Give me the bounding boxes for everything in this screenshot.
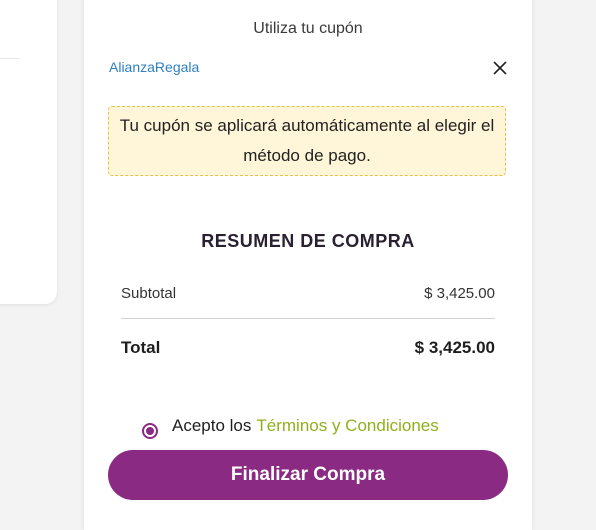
coupon-notice: Tu cupón se aplicará automáticamente al … — [108, 106, 506, 176]
close-icon[interactable] — [490, 58, 510, 78]
subtotal-value: $ 3,425.00 — [424, 285, 495, 302]
terms-prefix: Acepto los — [172, 416, 252, 435]
terms-radio-dot — [146, 427, 154, 435]
applied-coupon-code: AlianzaRegala — [109, 59, 200, 75]
previous-content-card — [0, 0, 57, 304]
terms-link[interactable]: Términos y Condiciones — [256, 416, 438, 436]
terms-radio[interactable] — [142, 423, 158, 439]
total-value: $ 3,425.00 — [414, 338, 495, 357]
coupon-notice-text: Tu cupón se aplicará automáticamente al … — [119, 116, 495, 165]
subtotal-label: Subtotal — [121, 285, 177, 302]
total-row: Total $ 3,425.00 — [121, 338, 495, 358]
finish-purchase-button[interactable]: Finalizar Compra — [108, 450, 508, 500]
terms-acceptance: Acepto los Términos y Condiciones — [142, 413, 439, 439]
coupon-section-title: Utiliza tu cupón — [253, 20, 363, 37]
summary-title: RESUMEN DE COMPRA — [201, 231, 415, 251]
summary-divider — [121, 318, 495, 319]
subtotal-row: Subtotal $ 3,425.00 — [121, 285, 495, 302]
card-divider — [0, 58, 20, 59]
total-label: Total — [121, 338, 161, 357]
